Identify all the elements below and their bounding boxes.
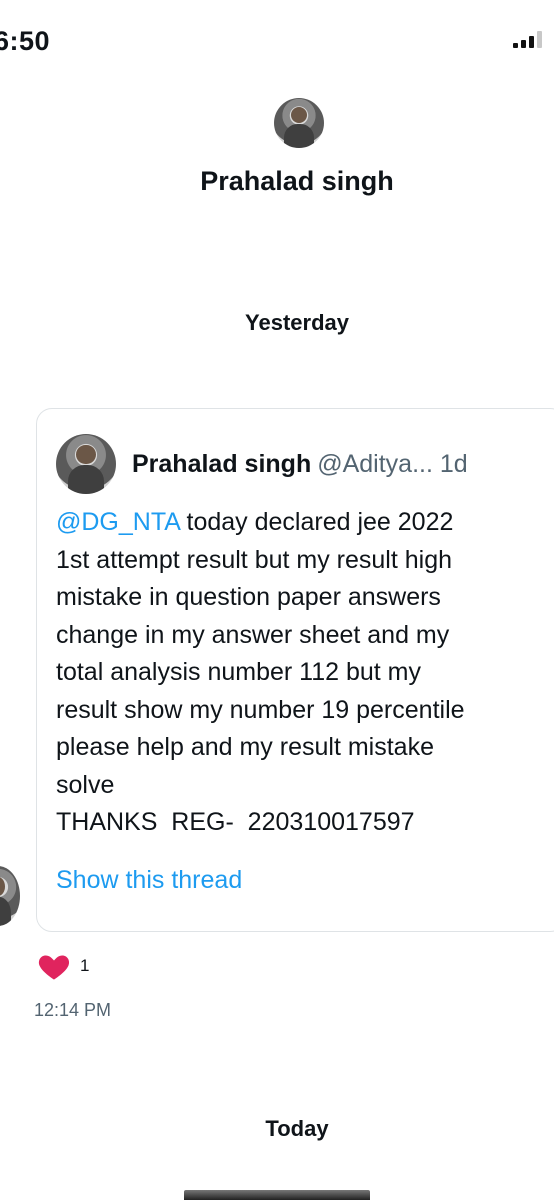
sender-avatar[interactable] — [0, 866, 20, 926]
tweet-author-handle: @Aditya... 1d — [317, 450, 468, 478]
mention-link[interactable]: @DG_NTA — [56, 508, 180, 536]
tweet-line: @DG_NTA today declared jee 2022 — [56, 508, 454, 536]
tweet-line: mistake in question paper answers — [56, 583, 441, 611]
tweet-line: result show my number 19 percentile — [56, 695, 465, 724]
tweet-author-name: Prahalad singh — [132, 450, 312, 478]
status-bar-time: 6:50 — [0, 26, 51, 56]
day-label-today: Today — [265, 1116, 329, 1141]
conversation-name[interactable]: Prahalad singh — [0, 166, 554, 197]
tweet-line: solve — [56, 770, 115, 799]
message-timestamp: 12:14 PM — [34, 1000, 112, 1020]
header-avatar[interactable] — [274, 98, 324, 148]
day-label-yesterday: Yesterday — [245, 310, 349, 335]
tweet-line: total analysis number 112 but my — [56, 658, 422, 686]
tweet-text: @DG_NTA today declared jee 2022 1st atte… — [56, 504, 550, 842]
reaction-count: 1 — [80, 956, 90, 975]
tweet-line: THANKS REG- 220310017597 — [56, 808, 415, 836]
tweet-line: 1st attempt result but my result high — [56, 545, 453, 574]
show-thread-link[interactable]: Show this thread — [56, 866, 242, 895]
tweet-author-avatar[interactable] — [56, 434, 116, 494]
signal-strength-icon — [513, 30, 542, 48]
tweet-header: Prahalad singh @Aditya... 1d — [132, 450, 468, 479]
tweet-line: change in my answer sheet and my — [56, 620, 450, 649]
heart-icon[interactable] — [36, 948, 72, 984]
cutoff-content — [184, 1190, 370, 1200]
tweet-line: please help and my result mistake — [56, 733, 434, 761]
